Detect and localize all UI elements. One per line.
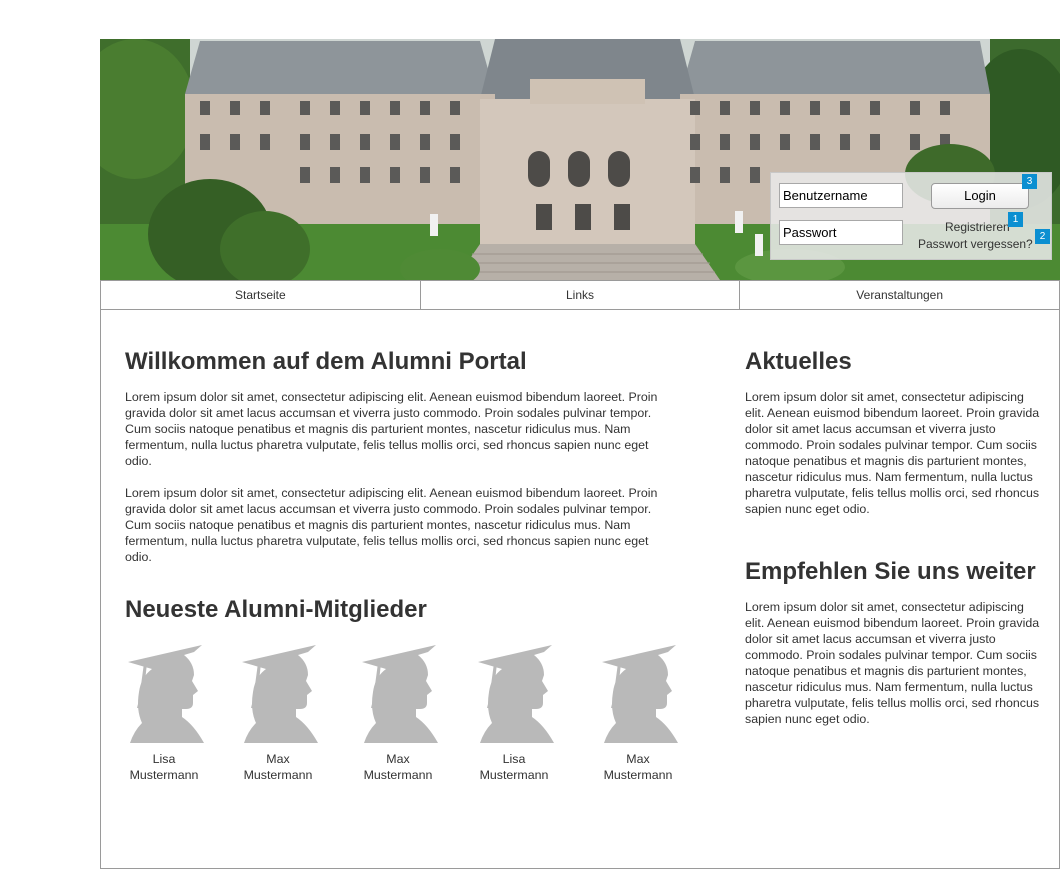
member-card[interactable]: Lisa Mustermann [119, 645, 209, 783]
welcome-paragraph-2: Lorem ipsum dolor sit amet, consectetur … [125, 486, 658, 564]
annotation-badge-1: 1 [1008, 212, 1023, 227]
recommend-text: Lorem ipsum dolor sit amet, consectetur … [745, 600, 1040, 726]
graduate-silhouette-icon [602, 645, 678, 743]
tab-veranstaltungen[interactable]: Veranstaltungen [739, 281, 1060, 309]
member-card[interactable]: Max Mustermann [233, 645, 323, 783]
welcome-title: Willkommen auf dem Alumni Portal [125, 348, 527, 375]
recommend-title: Empfehlen Sie uns weiter [745, 558, 1036, 585]
forgot-password-link[interactable]: Passwort vergessen? [918, 237, 1033, 251]
news-title: Aktuelles [745, 348, 852, 375]
graduate-silhouette-icon [242, 645, 318, 743]
member-card[interactable]: Max Mustermann [593, 645, 683, 783]
member-name: Lisa Mustermann [479, 752, 549, 782]
member-card[interactable]: Max Mustermann [353, 645, 443, 783]
member-name: Max Mustermann [603, 752, 673, 782]
graduate-silhouette-icon [478, 645, 554, 743]
content-panel: Willkommen auf dem Alumni Portal Lorem i… [100, 310, 1060, 869]
main-navigation: Startseite Links Veranstaltungen [100, 280, 1060, 310]
login-panel: Login Registrieren Passwort vergessen? 1… [770, 172, 1052, 260]
member-name: Max Mustermann [243, 752, 313, 782]
password-input[interactable] [779, 220, 903, 245]
member-name: Lisa Mustermann [129, 752, 199, 782]
tab-startseite[interactable]: Startseite [100, 281, 420, 309]
graduate-silhouette-icon [362, 645, 438, 743]
graduate-silhouette-icon [128, 645, 204, 743]
member-name: Max Mustermann [363, 752, 433, 782]
annotation-badge-2: 2 [1035, 229, 1050, 244]
member-card[interactable]: Lisa Mustermann [469, 645, 559, 783]
members-title: Neueste Alumni-Mitglieder [125, 596, 427, 623]
welcome-paragraph-1: Lorem ipsum dolor sit amet, consectetur … [125, 390, 658, 468]
username-input[interactable] [779, 183, 903, 208]
tab-links[interactable]: Links [419, 281, 740, 309]
register-link[interactable]: Registrieren [945, 220, 1010, 234]
annotation-badge-3: 3 [1022, 174, 1037, 189]
news-text: Lorem ipsum dolor sit amet, consectetur … [745, 390, 1040, 516]
login-button[interactable]: Login [931, 183, 1029, 209]
